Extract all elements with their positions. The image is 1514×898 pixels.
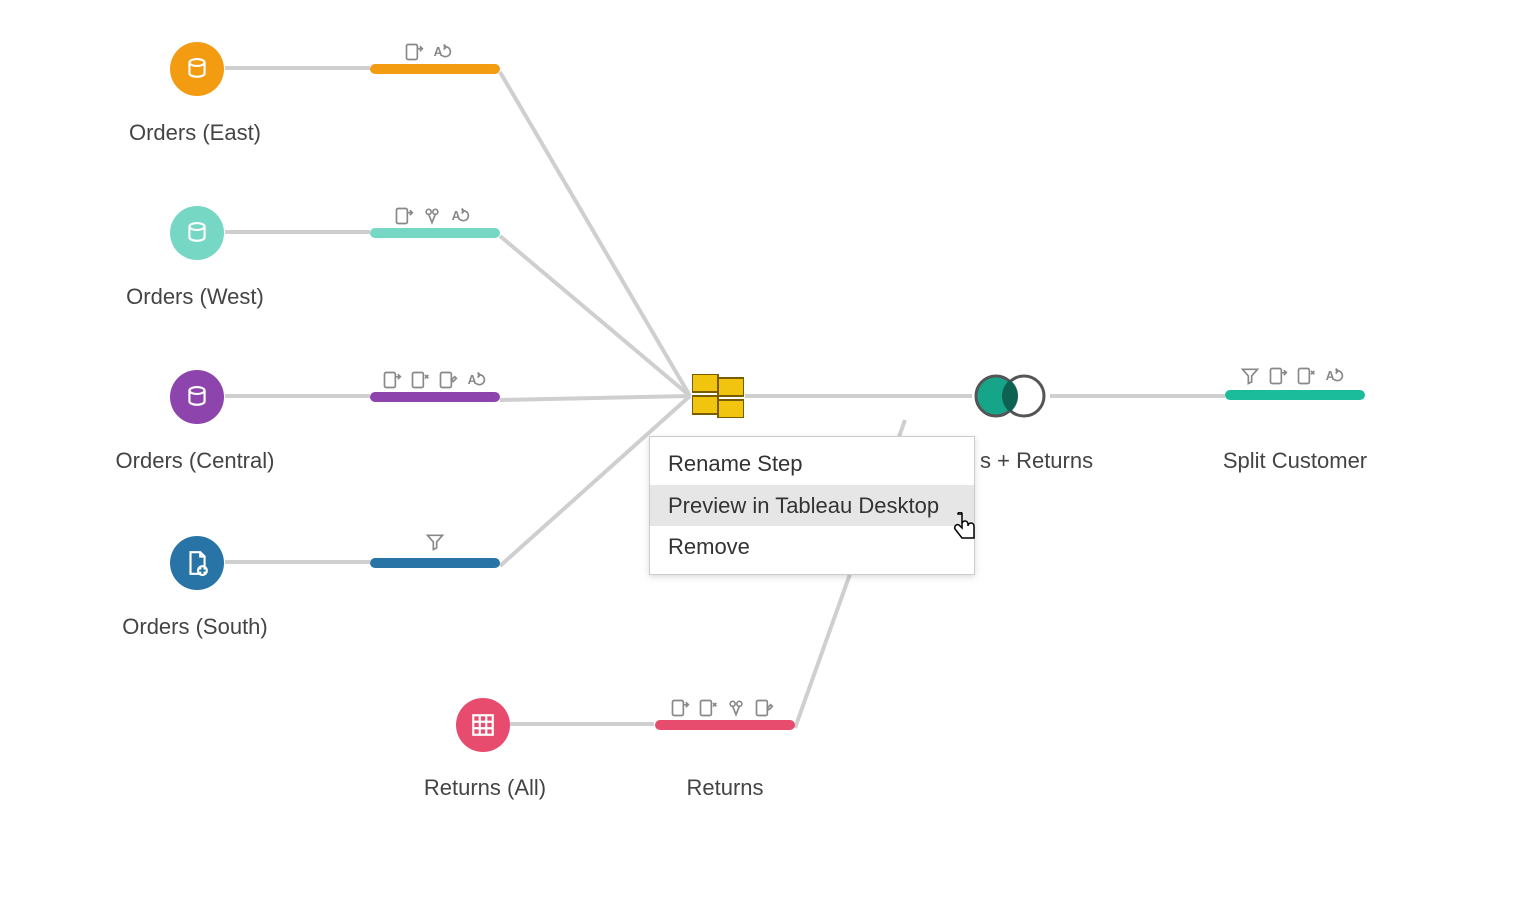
source-label-returnsall: Returns (All) (420, 775, 550, 801)
filter-out-icon (394, 206, 414, 226)
join-step[interactable] (972, 374, 1048, 423)
filter-out-icon (670, 698, 690, 718)
join-icon (972, 374, 1048, 418)
union-step[interactable] (692, 374, 744, 423)
step-label-returns: Returns (680, 775, 770, 801)
union-icon (692, 374, 744, 418)
rename-icon: A (466, 370, 486, 390)
source-orders-east[interactable] (170, 42, 224, 96)
source-label-east: Orders (East) (110, 120, 280, 146)
file-add-icon (184, 550, 210, 576)
clip-icon (726, 698, 746, 718)
database-icon (184, 220, 210, 246)
step-icons-split: A (1240, 366, 1344, 386)
step-icons-east: A (404, 42, 452, 62)
remove-icon (1296, 366, 1316, 386)
filter-icon (425, 532, 445, 552)
source-orders-central[interactable] (170, 370, 224, 424)
context-menu-item-remove[interactable]: Remove (650, 526, 974, 568)
database-icon (184, 384, 210, 410)
svg-text:A: A (434, 45, 443, 59)
step-icons-central: A (382, 370, 486, 390)
step-label-split: Split Customer (1215, 448, 1375, 474)
step-icons-returns (670, 698, 774, 718)
filter-out-icon (382, 370, 402, 390)
clean-step-west[interactable] (370, 228, 500, 238)
context-menu[interactable]: Rename Step Preview in Tableau Desktop R… (649, 436, 975, 575)
source-orders-south[interactable] (170, 536, 224, 590)
clean-step-returns[interactable] (655, 720, 795, 730)
source-returns-all[interactable] (456, 698, 510, 752)
database-icon (184, 56, 210, 82)
filter-out-icon (1268, 366, 1288, 386)
clip-icon (422, 206, 442, 226)
step-icons-west: A (394, 206, 470, 226)
clean-step-east[interactable] (370, 64, 500, 74)
step-label-join: s + Returns (980, 448, 1100, 474)
flow-canvas: Orders (East) Orders (West) Orders (Cent… (0, 0, 1514, 898)
filter-out-icon (404, 42, 424, 62)
edit-icon (438, 370, 458, 390)
context-menu-item-rename[interactable]: Rename Step (650, 443, 974, 485)
rename-icon: A (450, 206, 470, 226)
context-menu-item-preview[interactable]: Preview in Tableau Desktop (650, 485, 974, 527)
source-label-west: Orders (West) (110, 284, 280, 310)
rename-icon: A (1324, 366, 1344, 386)
remove-icon (410, 370, 430, 390)
step-icons-south (425, 532, 445, 552)
filter-icon (1240, 366, 1260, 386)
rename-icon: A (432, 42, 452, 62)
source-label-south: Orders (South) (100, 614, 290, 640)
edit-icon (754, 698, 774, 718)
remove-icon (698, 698, 718, 718)
source-orders-west[interactable] (170, 206, 224, 260)
svg-text:A: A (1326, 369, 1335, 383)
clean-step-central[interactable] (370, 392, 500, 402)
clean-step-split[interactable] (1225, 390, 1365, 400)
source-label-central: Orders (Central) (100, 448, 290, 474)
svg-text:A: A (468, 373, 477, 387)
clean-step-south[interactable] (370, 558, 500, 568)
svg-text:A: A (452, 209, 461, 223)
table-icon (470, 712, 496, 738)
